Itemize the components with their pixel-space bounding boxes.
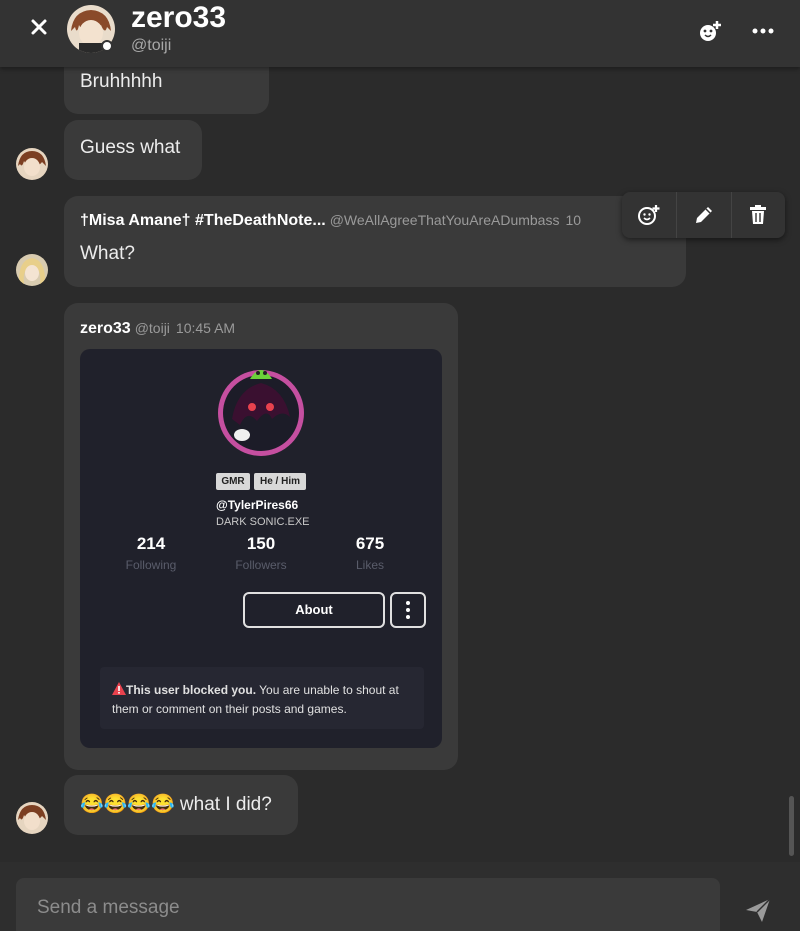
blocked-notice: This user blocked you. You are unable to… [100,667,424,729]
profile-more-button [390,592,426,628]
profile-badge: He / Him [254,473,306,490]
chat-handle: @toiji [131,37,172,54]
online-status-dot [101,40,113,52]
delete-button[interactable] [731,192,785,238]
close-icon [31,19,47,35]
message-text: 😂😂😂😂 what I did? [80,792,272,816]
message-text: What? [80,243,135,264]
scrollbar[interactable] [789,796,794,856]
profile-display-name: DARK SONIC.EXE [216,516,310,528]
author-handle: @WeAllAgreeThatYouAreADumbass [329,212,560,228]
message-time: 10:45 AM [175,320,236,336]
more-vertical-icon [406,601,410,619]
add-member-icon [700,21,721,41]
stat-label: Likes [355,558,384,572]
avatar[interactable] [16,254,48,286]
author-handle: @toiji [134,320,170,336]
author-name[interactable]: †Misa Amane† #TheDeathNote... [80,212,326,229]
pencil-icon [696,207,712,223]
message-text-content: what I did? [179,794,272,815]
avatar[interactable] [16,148,48,180]
add-member-button[interactable] [697,18,723,44]
send-icon [746,898,771,922]
trash-icon [750,205,766,224]
warning-icon [112,682,126,695]
stat-label: Following [125,558,177,572]
stat-value: 214 [136,534,166,553]
message-input[interactable] [16,878,720,931]
message-meta: †Misa Amane† #TheDeathNote... @WeAllAgree… [80,212,620,230]
message-actions-toolbar [622,192,785,238]
message-time: 10 [565,212,582,228]
send-button[interactable] [742,894,774,926]
message-text: Bruhhhhh [80,71,163,92]
blocked-title: This user blocked you. [126,683,257,697]
stat-value: 675 [355,534,385,553]
message-text: Guess what [80,137,181,158]
chat-header: zero33 @toiji [0,0,800,67]
profile-avatar-image [218,370,304,456]
close-button[interactable] [26,14,52,40]
author-name[interactable]: zero33 [80,320,131,337]
profile-badge: GMR [216,473,250,490]
more-horizontal-icon [752,28,774,34]
add-reaction-button[interactable] [622,192,676,238]
more-options-button[interactable] [750,18,776,44]
add-reaction-icon [638,205,660,225]
message-bubble[interactable] [64,196,686,287]
chat-title: zero33 [131,1,227,34]
profile-username: @TylerPires66 [216,498,299,512]
about-button: About [243,592,385,628]
composer-bar [0,862,800,931]
emoji-laughing: 😂😂😂😂 [80,794,175,815]
stat-label: Followers [235,558,287,572]
edit-button[interactable] [677,192,731,238]
image-attachment[interactable]: GMR He / Him @TylerPires66 DARK SONIC.EX… [80,349,442,748]
stat-value: 150 [246,534,276,553]
avatar[interactable] [16,802,48,834]
message-meta: zero33 @toiji 10:45 AM [80,320,440,338]
